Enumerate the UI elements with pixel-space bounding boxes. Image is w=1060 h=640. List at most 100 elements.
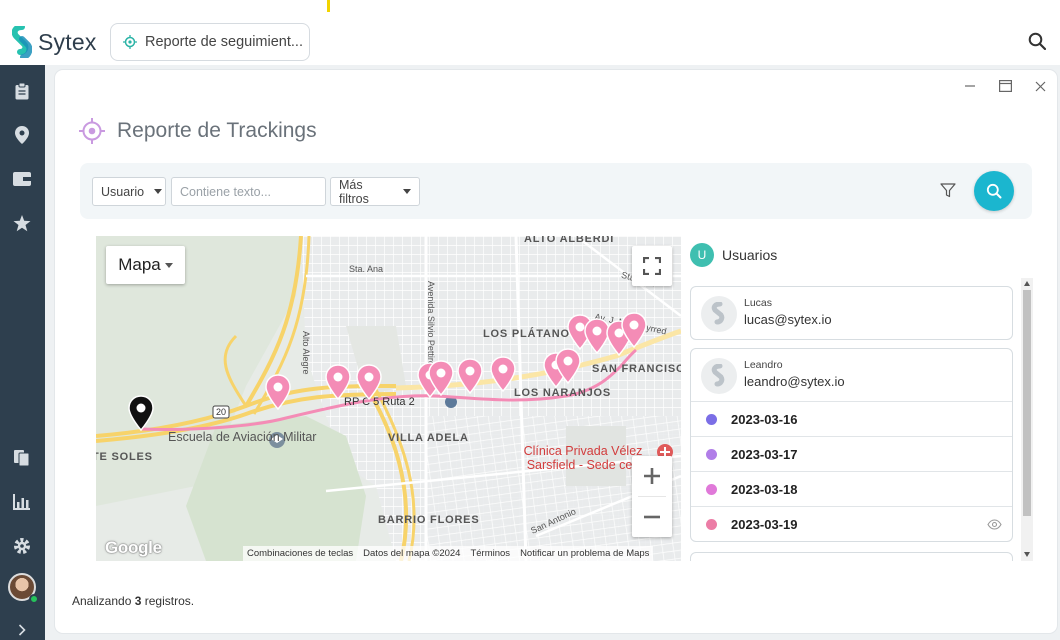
date-color-dot [706,448,717,460]
users-panel-header: U Usuarios [690,243,777,267]
map-type-label: Mapa [118,255,161,274]
route-marker-pin[interactable] [457,358,483,395]
page-title-text: Reporte de Trackings [117,119,317,142]
user-email: leandro@sytex.io [744,374,845,389]
records-suffix: registros. [144,594,195,608]
tracking-map[interactable]: ALTO ALBERDI Sta. Ana Sta. Ana Alto Aleg… [96,236,681,561]
zoom-in-button[interactable] [632,456,672,496]
report-problem-link[interactable]: Notificar un problema de Maps [520,548,649,559]
route-marker-pin[interactable] [490,356,516,393]
user-avatar [701,296,737,332]
tab-label: Reporte de seguimient... [145,34,303,50]
plus-icon [644,468,660,484]
sytex-logo-icon [711,302,725,325]
search-icon [1028,32,1047,51]
zoom-controls [632,456,672,537]
maximize-button[interactable] [995,78,1015,94]
text-search-input[interactable] [171,177,326,206]
tab-tracking-report[interactable]: Reporte de seguimient... [110,23,310,61]
user-card-next[interactable] [690,552,1013,561]
route-marker-pin[interactable] [356,364,382,401]
star-icon[interactable] [12,213,32,233]
route-marker-pin[interactable] [128,395,154,432]
user-avatar [701,358,737,394]
records-count: 3 [134,594,142,608]
users-scrollbar[interactable] [1021,278,1033,561]
date-color-dot [706,483,717,495]
chart-icon[interactable] [12,492,32,512]
date-label: 2023-03-19 [731,516,798,532]
target-icon [123,35,137,49]
documents-icon[interactable] [12,448,32,468]
user-name: Lucas [744,297,773,309]
user-row[interactable]: Leandro leandro@sytex.io [691,349,1012,401]
route-marker-pin[interactable] [621,312,647,349]
users-list[interactable]: Lucas lucas@sytex.io Leandro leandro@syt… [685,278,1033,561]
route-marker-pin[interactable] [555,348,581,385]
route-markers [96,236,681,561]
scroll-up-arrow[interactable] [1024,281,1030,286]
date-label: 2023-03-18 [731,481,798,497]
minus-icon [644,515,660,519]
search-icon [986,183,1002,199]
online-status-indicator [29,594,39,604]
route-marker-pin[interactable] [265,374,291,411]
records-prefix: Analizando [72,594,132,608]
page-title: Reporte de Trackings [79,118,317,144]
filter-bar: Usuario Más filtros [80,163,1032,219]
close-icon [1035,81,1045,91]
user-filter-select[interactable]: Usuario [92,177,166,206]
maximize-icon [998,80,1012,92]
chevron-right-icon[interactable] [12,620,32,640]
search-button[interactable] [974,171,1014,211]
gear-icon[interactable] [12,536,32,556]
date-color-dot [706,413,717,425]
user-filter-label: Usuario [101,184,145,199]
app-logo[interactable]: Sytex [12,26,97,58]
sytex-logo-icon [12,26,32,58]
zoom-out-button[interactable] [632,497,672,537]
user-card-leandro[interactable]: Leandro leandro@sytex.io 2023-03-16 2023… [690,348,1013,542]
caret-down-icon [154,189,163,194]
date-row[interactable]: 2023-03-19 [691,506,1012,541]
date-row[interactable]: 2023-03-16 [691,401,1012,436]
minimize-button[interactable] [960,78,980,94]
target-icon [79,118,105,144]
app-name: Sytex [38,28,97,55]
minimize-icon [965,85,975,87]
route-marker-pin[interactable] [428,360,454,397]
keyboard-shortcuts-link[interactable]: Combinaciones de teclas [247,548,353,559]
filter-icon [940,183,956,198]
eye-icon[interactable] [987,518,1002,533]
google-logo: Google [105,538,162,557]
report-panel: Reporte de Trackings Usuario Más filtros [55,70,1057,633]
caret-down-icon [164,262,173,268]
sytex-logo-icon [711,364,725,387]
terms-link[interactable]: Términos [470,548,510,559]
fullscreen-button[interactable] [632,246,672,286]
wallet-icon[interactable] [12,169,32,189]
global-search-button[interactable] [1028,32,1047,55]
user-card-lucas[interactable]: Lucas lucas@sytex.io [690,286,1013,340]
caret-down-icon [403,189,411,194]
date-row[interactable]: 2023-03-18 [691,471,1012,506]
date-row[interactable]: 2023-03-17 [691,436,1012,471]
location-pin-icon[interactable] [12,125,32,145]
clipboard-icon[interactable] [12,81,32,101]
map-attribution: Combinaciones de teclas Datos del mapa ©… [243,546,654,561]
users-title: Usuarios [722,247,778,263]
users-badge: U [690,243,714,267]
more-filters-select[interactable]: Más filtros [330,177,420,206]
close-button[interactable] [1030,78,1050,94]
fullscreen-icon [643,257,661,275]
route-marker-pin[interactable] [325,364,351,401]
filter-button[interactable] [940,183,956,203]
user-name: Leandro [744,359,783,371]
map-type-button[interactable]: Mapa [106,246,185,284]
sidebar [0,65,45,640]
scroll-thumb[interactable] [1023,290,1031,516]
scroll-down-arrow[interactable] [1024,552,1030,557]
user-row[interactable]: Lucas lucas@sytex.io [691,287,1012,339]
top-bar: Sytex Reporte de seguimient... [0,0,1060,65]
date-color-dot [706,518,717,530]
